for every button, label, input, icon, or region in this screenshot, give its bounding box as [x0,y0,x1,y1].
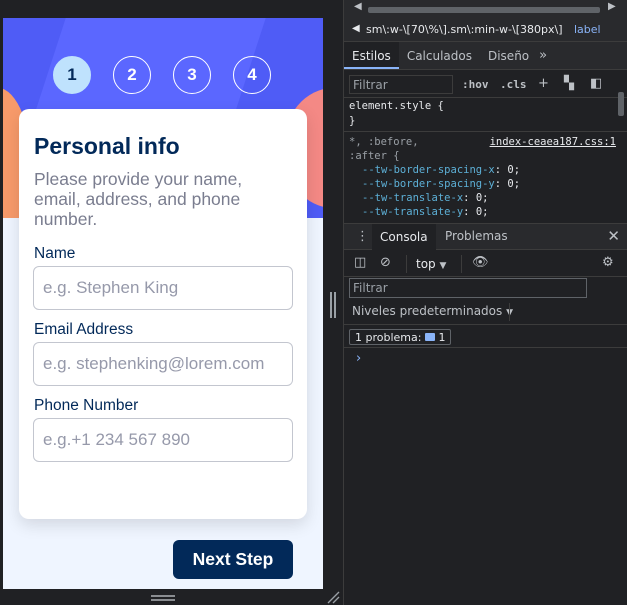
page-description: Please provide your name, email, address… [34,169,243,229]
tab-layout[interactable]: Diseño [480,42,537,69]
device-preview-frame: 1 2 3 4 Personal info Please provide you… [0,0,343,605]
step-1[interactable]: 1 [53,56,91,94]
email-input[interactable] [33,342,293,386]
breadcrumb-scrollbar[interactable] [368,7,600,13]
step-3[interactable]: 3 [173,56,211,94]
log-levels-dropdown[interactable]: Niveles predeterminados ▼ [352,304,513,318]
styles-tabs: Estilos Calculados Diseño » [344,42,627,70]
context-selector[interactable]: top ▼ [416,257,446,271]
new-rule-icon[interactable]: + [538,76,549,91]
breadcrumb-left-icon[interactable]: ◀ [352,23,360,34]
css-declaration[interactable]: --tw-border-spacing-y: 0; [362,178,520,190]
paint-brush-icon[interactable]: ▚ [564,76,574,91]
form-card: Personal info Please provide your name, … [19,109,307,519]
next-step-button[interactable]: Next Step [173,540,293,579]
universal-selector[interactable]: *, :before, [349,136,419,148]
device-viewport: 1 2 3 4 Personal info Please provide you… [3,18,323,589]
name-input[interactable] [33,266,293,310]
after-selector[interactable]: :after { [349,150,400,162]
tab-computed[interactable]: Calculados [399,42,480,69]
scroll-left-icon[interactable]: ◀ [354,1,362,12]
console-toolbar: ◫ ⊘ top ▼ 👁 ⚙ [344,251,627,277]
console-prompt-icon[interactable]: › [356,351,361,366]
stylesheet-source-link[interactable]: index-ceaea187.css:1 [490,136,616,148]
toggle-sidebar-icon[interactable]: ◧ [590,76,602,91]
styles-rules: element.style { } *, :before, index-ceae… [344,98,627,222]
css-declaration[interactable]: --tw-border-spacing-x: 0; [362,164,520,176]
phone-label: Phone Number [34,397,139,414]
drawer-menu-icon[interactable]: ⋮ [356,229,369,244]
viewport-resize-handle[interactable] [330,292,336,318]
devtools-panel: ◀ ▶ ◀ sm\:w-\[70\%\].sm\:min-w-\[380px\]… [343,0,627,605]
clear-console-icon[interactable]: ⊘ [380,255,391,270]
tab-styles[interactable]: Estilos [344,42,399,69]
element-style-rule[interactable]: element.style { [349,100,444,112]
sidebar-toggle-icon[interactable]: ◫ [354,255,366,270]
issues-badge[interactable]: 1 problema: 1 [349,329,452,345]
step-2[interactable]: 2 [113,56,151,94]
issues-row: 1 problema: 1 [344,325,627,348]
styles-filter-bar: :hov .cls + ▚ ◧ [344,71,627,98]
live-expression-icon[interactable]: 👁 [472,255,489,270]
elements-breadcrumb-bar: ◀ ▶ ◀ sm\:w-\[70\%\].sm\:min-w-\[380px\]… [344,0,627,42]
issue-info-icon [425,333,436,341]
css-declaration[interactable]: --tw-translate-x: 0; [362,192,488,204]
console-settings-icon[interactable]: ⚙ [602,255,614,270]
more-tabs-icon[interactable]: » [537,42,547,69]
phone-input[interactable] [33,418,293,462]
tab-issues[interactable]: Problemas [445,229,508,243]
step-4[interactable]: 4 [233,56,271,94]
breadcrumb-label-tag[interactable]: label [574,23,601,36]
page-title: Personal info [34,133,180,159]
scroll-right-icon[interactable]: ▶ [608,1,616,12]
hov-toggle[interactable]: :hov [462,78,489,91]
viewport-height-handle[interactable] [151,595,175,602]
close-drawer-icon[interactable]: ✕ [607,227,620,245]
styles-filter-input[interactable] [349,75,453,94]
email-label: Email Address [34,321,134,338]
tab-console[interactable]: Consola [372,224,436,250]
css-declaration[interactable]: --tw-translate-y: 0; [362,206,488,218]
drawer-tabs: ⋮ Consola Problemas ✕ [344,223,627,250]
resize-corner-icon[interactable] [326,590,340,604]
element-style-close: } [349,115,356,127]
log-levels-row: Niveles predeterminados ▼ [344,299,627,325]
name-label: Name [34,245,76,262]
styles-scrollbar[interactable] [617,86,625,218]
cls-toggle[interactable]: .cls [500,78,527,91]
console-filter-input[interactable] [349,278,587,298]
breadcrumb-selector[interactable]: sm\:w-\[70\%\].sm\:min-w-\[380px\] [366,23,563,36]
